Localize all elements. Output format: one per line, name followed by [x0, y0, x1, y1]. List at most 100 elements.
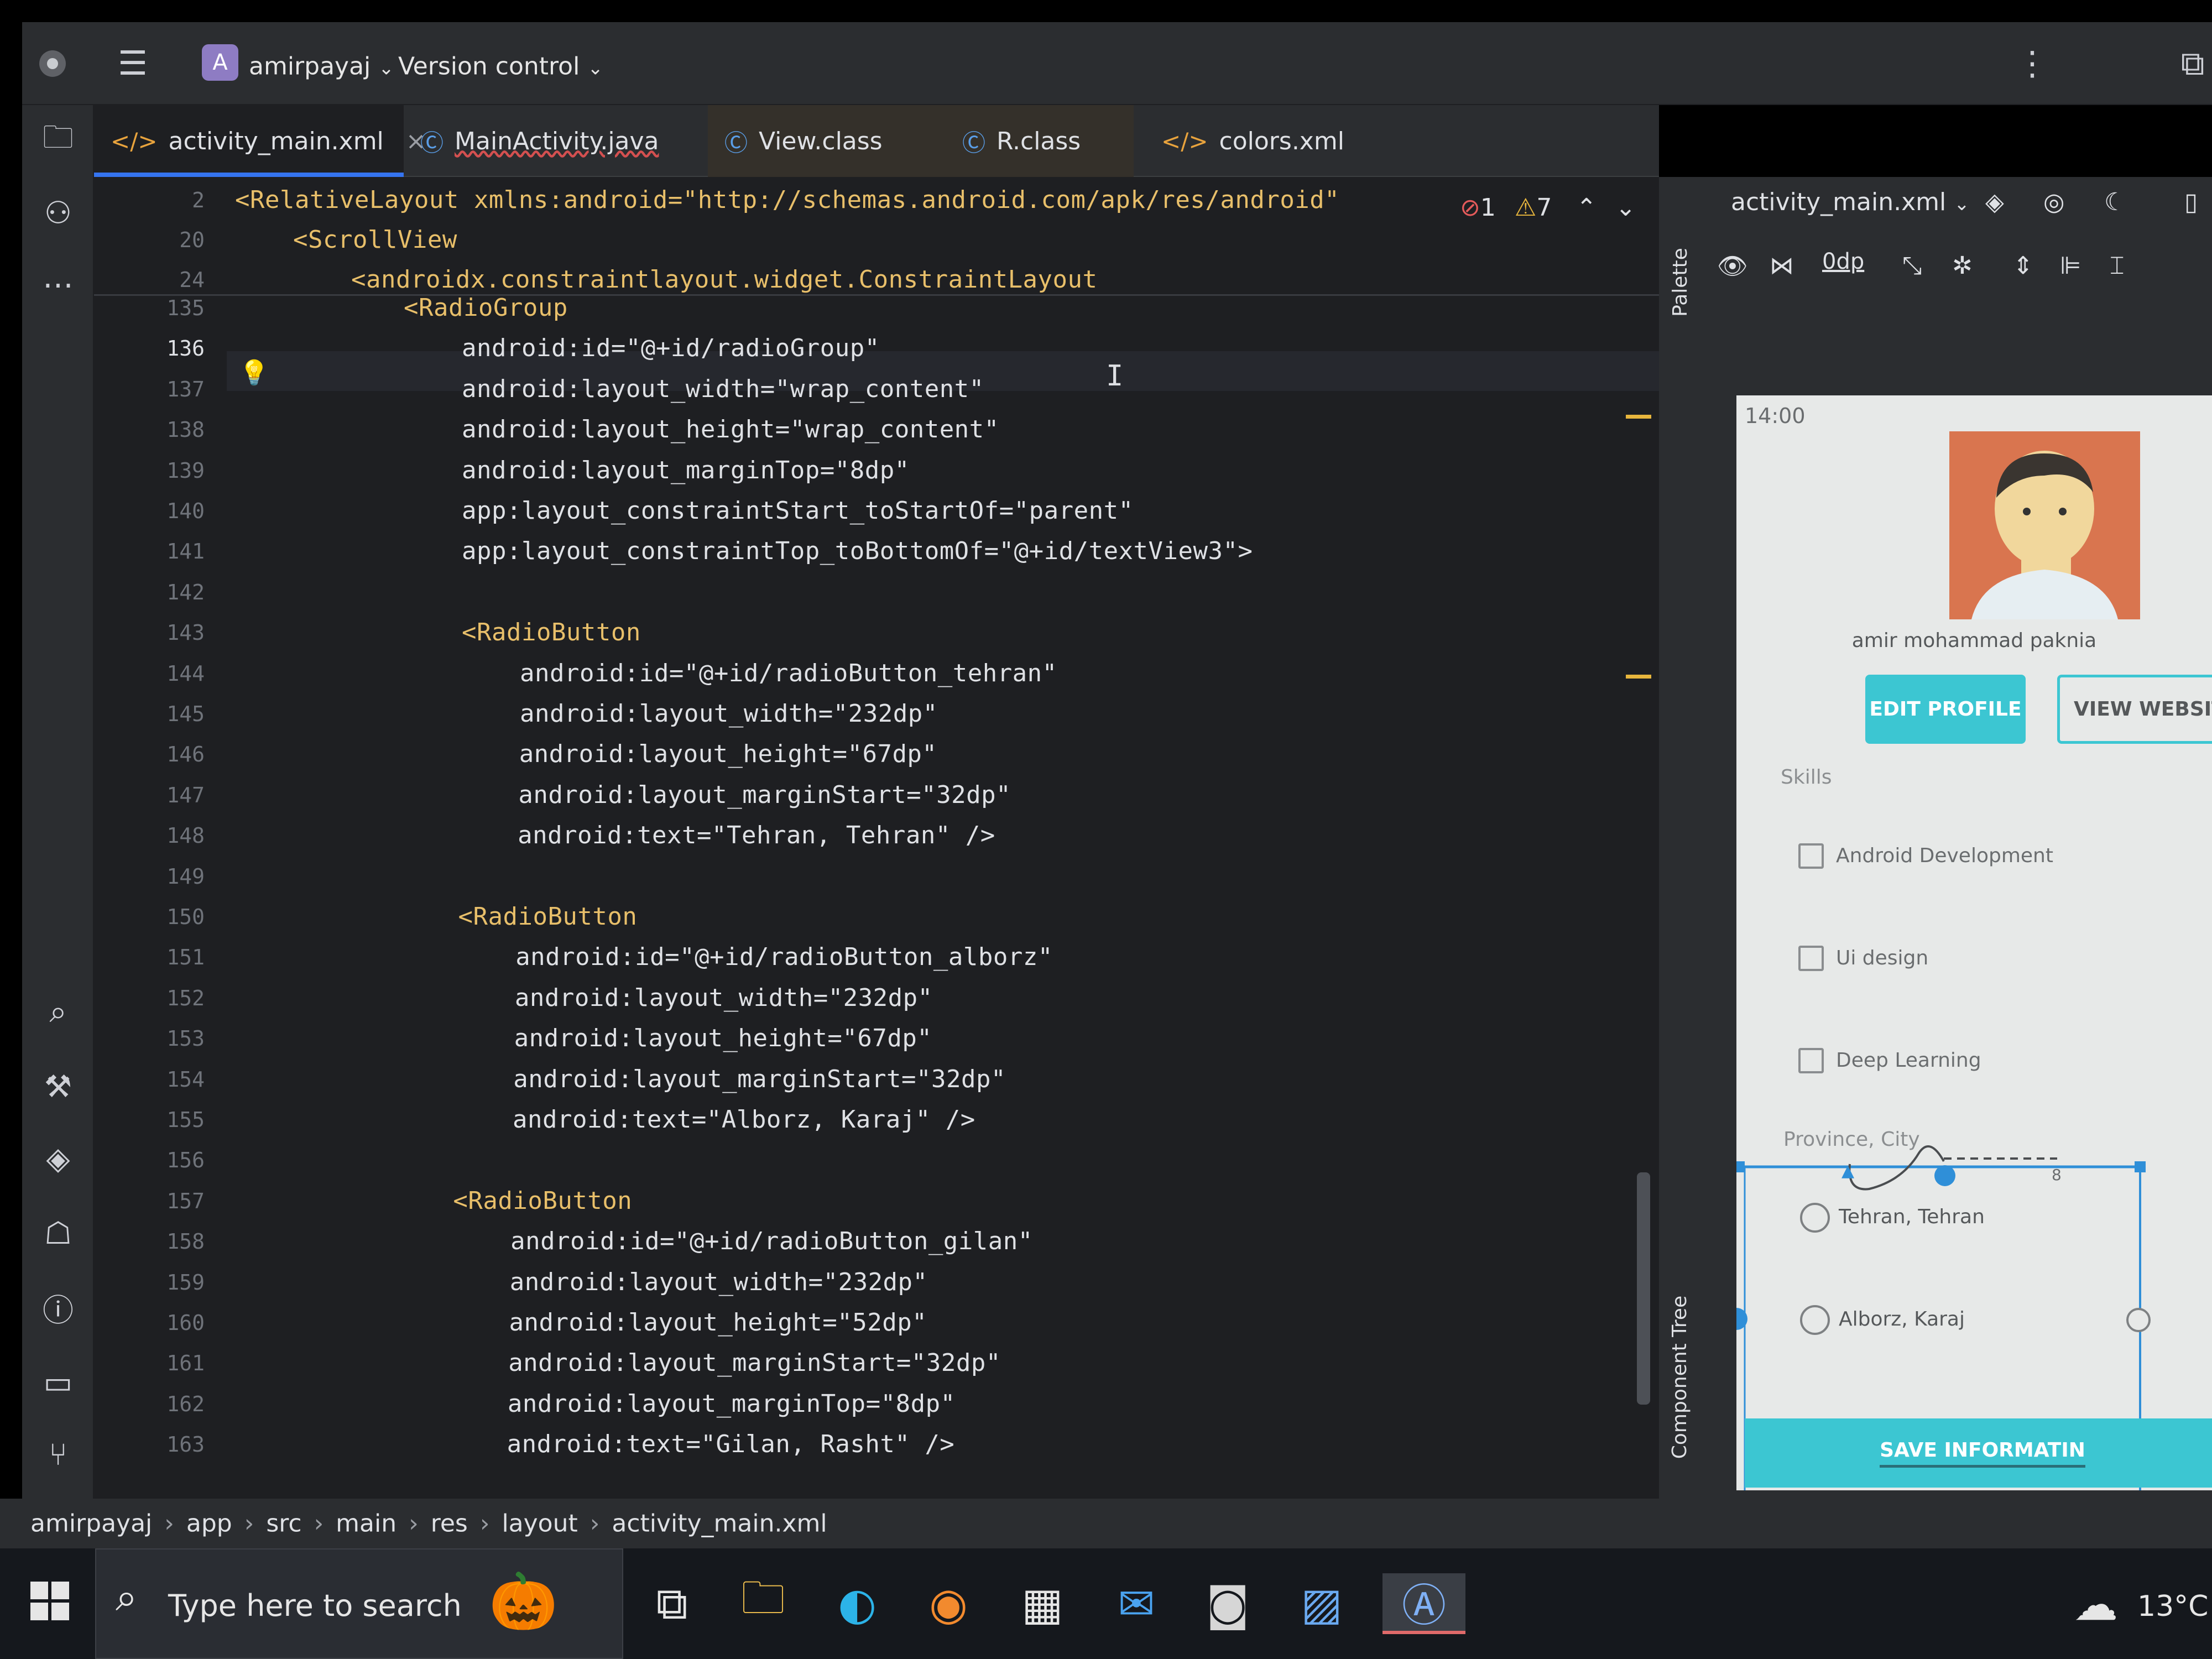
- lightbulb-icon[interactable]: 💡: [239, 358, 269, 387]
- view-website-button[interactable]: VIEW WEBSITE: [2057, 675, 2212, 744]
- warning-marker[interactable]: [1626, 675, 1651, 679]
- firefox-icon[interactable]: ◉: [918, 1573, 979, 1634]
- guidelines-icon[interactable]: ⌶: [2110, 252, 2124, 280]
- code-line[interactable]: app:layout_constraintTop_toBottomOf="@+i…: [462, 537, 1253, 565]
- camera-icon[interactable]: ◙: [1197, 1573, 1258, 1634]
- warning-marker[interactable]: [1626, 415, 1651, 419]
- code-line[interactable]: android:layout_width="232dp": [515, 984, 933, 1012]
- logcat-icon[interactable]: ☖: [36, 1211, 80, 1255]
- vcs-selector[interactable]: Version control ⌄: [398, 53, 603, 81]
- project-selector[interactable]: amirpayaj ⌄: [249, 53, 394, 81]
- taskbar-search[interactable]: ⌕ Type here to search 🎃: [95, 1548, 623, 1659]
- night-mode-icon[interactable]: ☾: [2104, 188, 2126, 216]
- file-selector[interactable]: activity_main.xml ⌄: [1731, 188, 1970, 216]
- constraint-anchor[interactable]: [2126, 1308, 2151, 1332]
- breadcrumb-item[interactable]: src: [266, 1510, 301, 1538]
- code-line[interactable]: android:layout_height="67dp": [514, 1024, 932, 1052]
- tab-activity-main[interactable]: </> activity_main.xml ×: [94, 105, 426, 177]
- chevron-up-icon[interactable]: ⌃: [1576, 194, 1597, 222]
- checkbox-deep-learning[interactable]: [1798, 1048, 1824, 1073]
- more-tools-icon[interactable]: ⋯: [36, 263, 80, 307]
- radio-alborz[interactable]: [1800, 1305, 1830, 1335]
- eye-icon[interactable]: 👁: [1717, 252, 1748, 280]
- file-explorer-icon[interactable]: 🗀: [733, 1572, 794, 1634]
- code-editor[interactable]: 135 <RadioGroup 136 android:id="@+id/radioG…: [94, 177, 1659, 1499]
- android-studio-icon[interactable]: Ⓐ: [1383, 1573, 1465, 1634]
- mail-icon[interactable]: ✉: [1106, 1573, 1167, 1634]
- code-line[interactable]: android:layout_height="wrap_content": [462, 415, 999, 444]
- store-icon[interactable]: ▦: [1012, 1573, 1073, 1634]
- code-line[interactable]: app:layout_constraintStart_toStartOf="pa…: [462, 497, 1134, 525]
- code-line[interactable]: android:layout_width="wrap_content": [462, 375, 984, 403]
- tab-mainactivity[interactable]: Ⓒ MainActivity.java: [404, 105, 691, 177]
- problems-icon[interactable]: ⓘ: [36, 1286, 80, 1330]
- code-line[interactable]: <RadioGroup: [404, 294, 568, 322]
- device-preview[interactable]: 14:00 amir mohammad paknia EDIT PROFILE …: [1736, 395, 2212, 1490]
- code-line[interactable]: android:layout_height="52dp": [509, 1308, 927, 1337]
- clear-constraints-icon[interactable]: ⤡: [1902, 252, 1922, 280]
- resize-handle[interactable]: [1736, 1161, 1745, 1172]
- code-line[interactable]: <RadioButton: [462, 618, 641, 646]
- tab-r-class[interactable]: Ⓒ R.class: [946, 105, 1134, 177]
- tab-colors[interactable]: </> colors.xml: [1145, 105, 1377, 177]
- breadcrumb-item[interactable]: app: [186, 1510, 232, 1538]
- task-view-icon[interactable]: ⧉: [641, 1573, 702, 1634]
- search-icon[interactable]: ⌕: [36, 990, 80, 1034]
- resource-manager-icon[interactable]: ⚇: [36, 191, 80, 235]
- sticky-code-line[interactable]: <ScrollView: [293, 226, 457, 254]
- checkbox-android[interactable]: [1798, 843, 1824, 869]
- more-options-icon[interactable]: ⋮: [2013, 44, 2052, 83]
- sticky-code-line[interactable]: <RelativeLayout xmlns:android="http://sc…: [235, 186, 1339, 214]
- terminal-icon[interactable]: ▭: [36, 1360, 80, 1405]
- main-menu-icon[interactable]: ☰: [113, 44, 152, 83]
- pack-icon[interactable]: ⇕: [2013, 252, 2033, 280]
- code-line[interactable]: android:id="@+id/radioButton_gilan": [510, 1227, 1033, 1255]
- save-information-button[interactable]: SAVE INFORMATIN: [1745, 1418, 2212, 1488]
- project-folder-icon[interactable]: 🗀: [36, 119, 80, 163]
- code-line[interactable]: android:layout_width="232dp": [520, 700, 938, 728]
- code-line[interactable]: android:id="@+id/radioButton_alborz": [515, 943, 1053, 971]
- layers-icon[interactable]: ◈: [1985, 188, 2004, 216]
- edit-profile-button[interactable]: EDIT PROFILE: [1865, 675, 2026, 744]
- component-tree-toggle[interactable]: Component Tree: [1665, 1261, 1695, 1493]
- build-icon[interactable]: ⚒: [36, 1065, 80, 1109]
- edge-icon[interactable]: ◐: [827, 1573, 888, 1634]
- align-icon[interactable]: ⊫: [2060, 252, 2081, 280]
- sticky-code-line[interactable]: <androidx.constraintlayout.widget.Constr…: [351, 265, 1098, 294]
- code-line[interactable]: android:layout_marginStart="32dp": [508, 1349, 1001, 1377]
- git-icon[interactable]: ⑂: [36, 1432, 80, 1477]
- code-line[interactable]: android:id="@+id/radioButton_tehran": [520, 659, 1057, 687]
- default-margin[interactable]: 0dp: [1822, 249, 1864, 274]
- code-line[interactable]: android:id="@+id/radioGroup": [462, 334, 880, 362]
- inspection-widget[interactable]: ⊘1 ⚠7 ⌃ ⌄: [1460, 194, 1636, 222]
- code-line[interactable]: android:layout_marginTop="8dp": [462, 456, 910, 484]
- code-line[interactable]: android:text="Tehran, Tehran" />: [518, 821, 995, 849]
- chevron-down-icon[interactable]: ⌄: [1615, 194, 1636, 222]
- code-line[interactable]: android:text="Gilan, Rasht" />: [507, 1430, 955, 1458]
- code-line[interactable]: android:layout_marginTop="8dp": [508, 1390, 956, 1418]
- code-line[interactable]: <RadioButton: [453, 1187, 632, 1215]
- device-manager-icon[interactable]: ⧉: [2173, 44, 2212, 83]
- photos-icon[interactable]: ▨: [1291, 1573, 1352, 1634]
- scrollbar[interactable]: [1637, 1172, 1650, 1405]
- magnet-icon[interactable]: ⋈: [1770, 252, 1794, 280]
- radio-tehran[interactable]: [1800, 1203, 1830, 1233]
- breadcrumb-item[interactable]: res: [431, 1510, 468, 1538]
- orientation-icon[interactable]: ◎: [2043, 188, 2064, 216]
- breadcrumb-item[interactable]: activity_main.xml: [612, 1510, 827, 1538]
- weather-icon[interactable]: ☁: [2074, 1579, 2118, 1630]
- tab-view-class[interactable]: Ⓒ View.class: [708, 105, 946, 177]
- gem-icon[interactable]: ◈: [36, 1136, 80, 1181]
- code-line[interactable]: android:layout_marginStart="32dp": [513, 1065, 1006, 1093]
- code-line[interactable]: android:layout_height="67dp": [519, 740, 937, 768]
- code-line[interactable]: <RadioButton: [458, 902, 638, 931]
- constraint-handle[interactable]: [1934, 1165, 1955, 1186]
- infer-constraints-icon[interactable]: ✲: [1952, 252, 1973, 280]
- code-line[interactable]: android:layout_marginStart="32dp": [518, 781, 1011, 809]
- windows-start-icon[interactable]: [30, 1582, 69, 1623]
- breadcrumb-item[interactable]: amirpayaj: [30, 1510, 152, 1538]
- checkbox-ui-design[interactable]: [1798, 946, 1824, 971]
- breadcrumb-item[interactable]: layout: [502, 1510, 577, 1538]
- device-icon[interactable]: ▯: [2184, 188, 2198, 216]
- palette-toggle[interactable]: Palette: [1665, 194, 1695, 371]
